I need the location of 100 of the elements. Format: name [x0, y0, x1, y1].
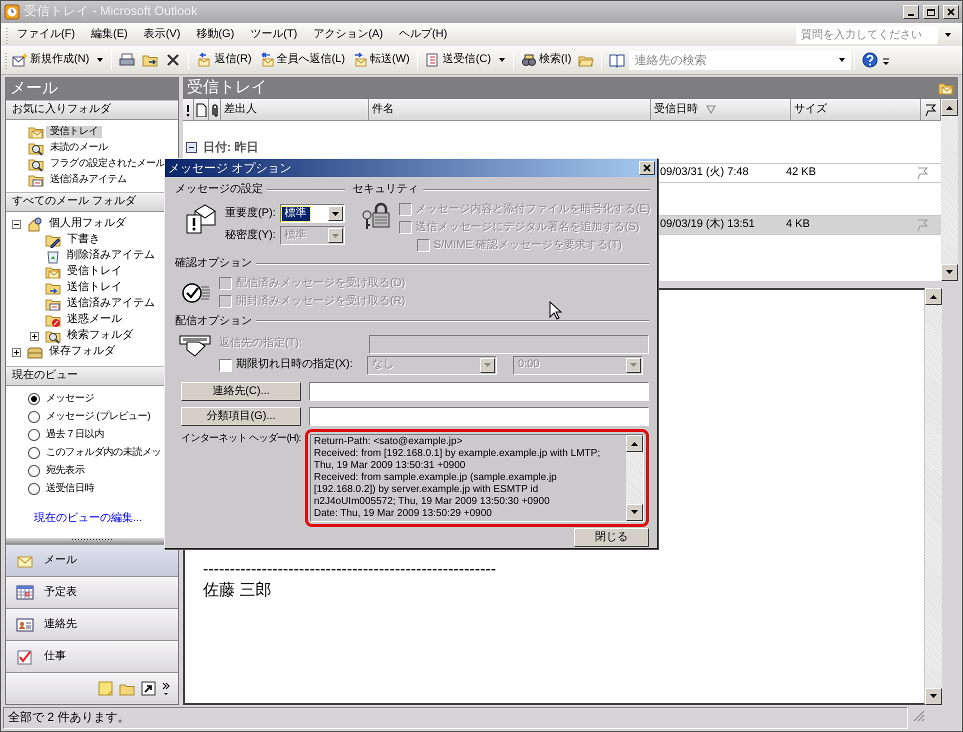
maximize-button[interactable] [923, 5, 939, 19]
reply-button[interactable]: 返信(R) [193, 50, 255, 70]
categories-field[interactable] [309, 407, 649, 426]
radio-button[interactable] [28, 429, 40, 441]
close-button[interactable] [943, 5, 959, 19]
contact-search-field[interactable]: 連絡先の検索 [629, 50, 852, 70]
send-receive-button[interactable]: 送受信(C) [422, 50, 494, 70]
radio-button[interactable] [28, 447, 40, 459]
note-icon[interactable] [98, 681, 113, 696]
checkbox-label: メッセージ内容と添付ファイルを暗号化する(E) [416, 202, 650, 217]
categories-button[interactable]: 分類項目(G)... [181, 407, 301, 426]
scrollbar[interactable] [626, 435, 643, 522]
scroll-up-button[interactable] [626, 435, 643, 452]
column-header[interactable]: 件名 [369, 99, 651, 120]
edit-view-link[interactable]: 現在のビューの編集... [34, 512, 142, 526]
importance-dropdown[interactable]: 標準 [280, 204, 345, 224]
folder-item[interactable]: 送信済みアイテム [46, 174, 131, 186]
header-line: Received: from sample.example.jp (sample.example.jp [314, 472, 558, 484]
up-arrow-icon [930, 294, 937, 299]
group-heading: 確認オプション [175, 256, 252, 270]
close-icon [947, 8, 955, 16]
folder-item[interactable]: 個人用フォルダ [45, 217, 130, 231]
nav-button[interactable]: メール [6, 544, 178, 576]
view-option[interactable]: 宛先表示 [42, 464, 84, 478]
checkbox-label: 期限切れ日時の指定(X): [236, 358, 353, 372]
contacts-field[interactable] [309, 382, 649, 402]
folder-item[interactable]: 受信トレイ [63, 265, 126, 279]
radio-button[interactable] [28, 393, 40, 405]
flag-icon[interactable] [916, 166, 928, 180]
collapse-toggle-icon[interactable] [186, 142, 197, 152]
column-header[interactable]: 差出人 [221, 99, 369, 120]
view-option[interactable]: このフォルダ内の未読メッ [42, 446, 162, 460]
help-search-field[interactable]: 質問を入力してください [796, 26, 938, 44]
expand-toggle-icon[interactable] [12, 348, 21, 356]
folder-item[interactable]: 送信トレイ [63, 281, 126, 295]
nav-button[interactable]: 仕事 [6, 640, 178, 672]
header-line: [192.168.0.2]) by server.example.jp with ESMTP id [314, 484, 540, 496]
splitter-grip-icon[interactable] [72, 538, 112, 541]
column-header[interactable]: 受信日時 [651, 99, 791, 120]
folder-item[interactable]: 削除済みアイテム [63, 249, 159, 263]
forward-button[interactable]: 転送(W) [349, 50, 413, 70]
menu-item[interactable]: アクション(A) [305, 26, 391, 44]
header-line: Date: Thu, 19 Mar 2009 13:50:29 +0900 [314, 508, 493, 520]
caret-icon [484, 363, 491, 368]
caret-icon[interactable] [498, 57, 506, 63]
toolbar-grip-icon [5, 26, 9, 44]
menu-item[interactable]: 表示(V) [136, 26, 188, 44]
field-label: 重要度(P): [225, 206, 276, 221]
section-heading: お気に入りフォルダ [6, 100, 178, 120]
folder-item[interactable]: 迷惑メール [63, 313, 126, 327]
nav-button[interactable]: 予定表 [6, 576, 178, 608]
folder-item[interactable]: 未読のメール [46, 142, 112, 154]
scrollbar[interactable] [925, 288, 942, 705]
radio-button[interactable] [28, 465, 40, 477]
find-button[interactable]: 検索(I) [518, 50, 574, 70]
menu-item[interactable]: ツール(T) [242, 26, 306, 44]
checkbox[interactable] [219, 358, 232, 372]
nav-button[interactable]: 連絡先 [6, 608, 178, 640]
minimize-button[interactable] [903, 5, 919, 19]
folder-item[interactable]: 送信済みアイテム [63, 297, 159, 311]
caret-icon[interactable] [96, 57, 104, 63]
folder-item[interactable]: 保存フォルダ [45, 345, 119, 359]
column-header[interactable]: サイズ [791, 99, 921, 120]
folder-item[interactable]: 下書き [63, 233, 104, 247]
radio-button[interactable] [28, 483, 40, 495]
importance-icon [184, 102, 192, 116]
shortcut-icon[interactable] [141, 681, 156, 696]
message-size: 4 KB [786, 218, 811, 232]
view-option[interactable]: 送受信日時 [42, 482, 94, 496]
forward-icon [352, 52, 368, 68]
chevron-icon[interactable] [162, 682, 170, 696]
caret-icon[interactable] [944, 32, 952, 38]
menu-item[interactable]: 編集(E) [83, 26, 136, 44]
menu-item[interactable]: ファイル(F) [9, 26, 84, 44]
scroll-down-button[interactable] [626, 504, 643, 522]
expand-toggle-icon[interactable] [30, 332, 39, 340]
scroll-up-button[interactable] [925, 288, 942, 305]
group-heading: メッセージの設定 [175, 183, 263, 197]
radio-button[interactable] [28, 411, 40, 423]
close-button[interactable] [639, 161, 655, 175]
scroll-up-button[interactable] [941, 99, 958, 116]
menu-item[interactable]: ヘルプ(H) [391, 26, 456, 44]
scroll-down-button[interactable] [941, 264, 958, 281]
contacts-button[interactable]: 連絡先(C)... [181, 382, 301, 402]
close-button[interactable]: 閉じる [574, 528, 649, 548]
scroll-down-button[interactable] [925, 688, 942, 705]
view-option[interactable]: メッセージ (プレビュー) [42, 410, 150, 424]
new-mail-button[interactable]: 新規作成(N) [9, 50, 92, 70]
folder-item[interactable]: 受信トレイ [46, 126, 102, 138]
menu-item[interactable]: 移動(G) [188, 26, 242, 44]
maximize-icon [927, 8, 935, 16]
folder-item[interactable]: 検索フォルダ [63, 329, 137, 343]
view-option[interactable]: 過去 7 日以内 [42, 428, 104, 442]
view-option[interactable]: メッセージ [42, 392, 94, 406]
reply-all-icon [258, 52, 275, 68]
reply-all-button[interactable]: 全員へ返信(L) [256, 50, 348, 70]
checkbox-label: 開封済みメッセージを受け取る(R) [236, 294, 406, 308]
header-line: n2J4oUIm005572; Thu, 19 Mar 2009 13:50:30 +0900 [314, 496, 551, 508]
collapse-toggle-icon[interactable] [12, 220, 21, 228]
scrollbar[interactable] [941, 99, 958, 281]
